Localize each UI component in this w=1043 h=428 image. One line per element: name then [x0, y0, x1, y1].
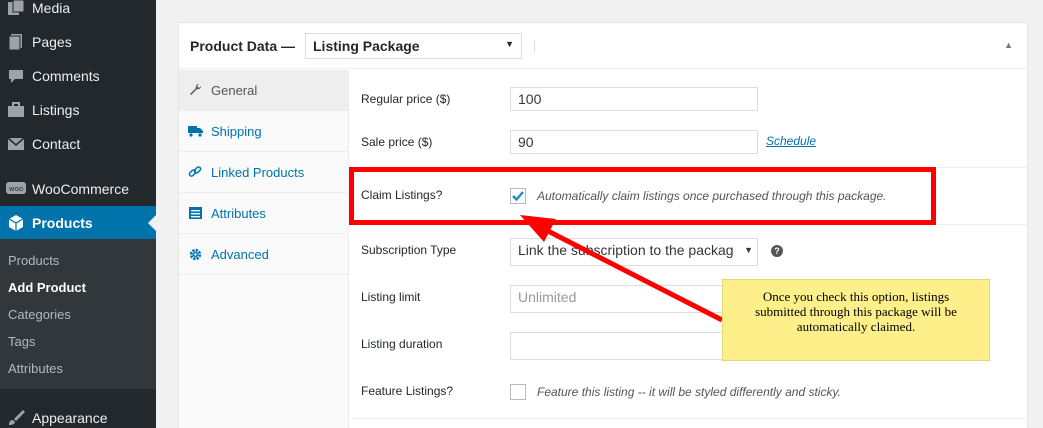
annotation-arrow — [520, 215, 724, 323]
annotation-callout: Once you check this option, listings sub… — [722, 279, 990, 361]
